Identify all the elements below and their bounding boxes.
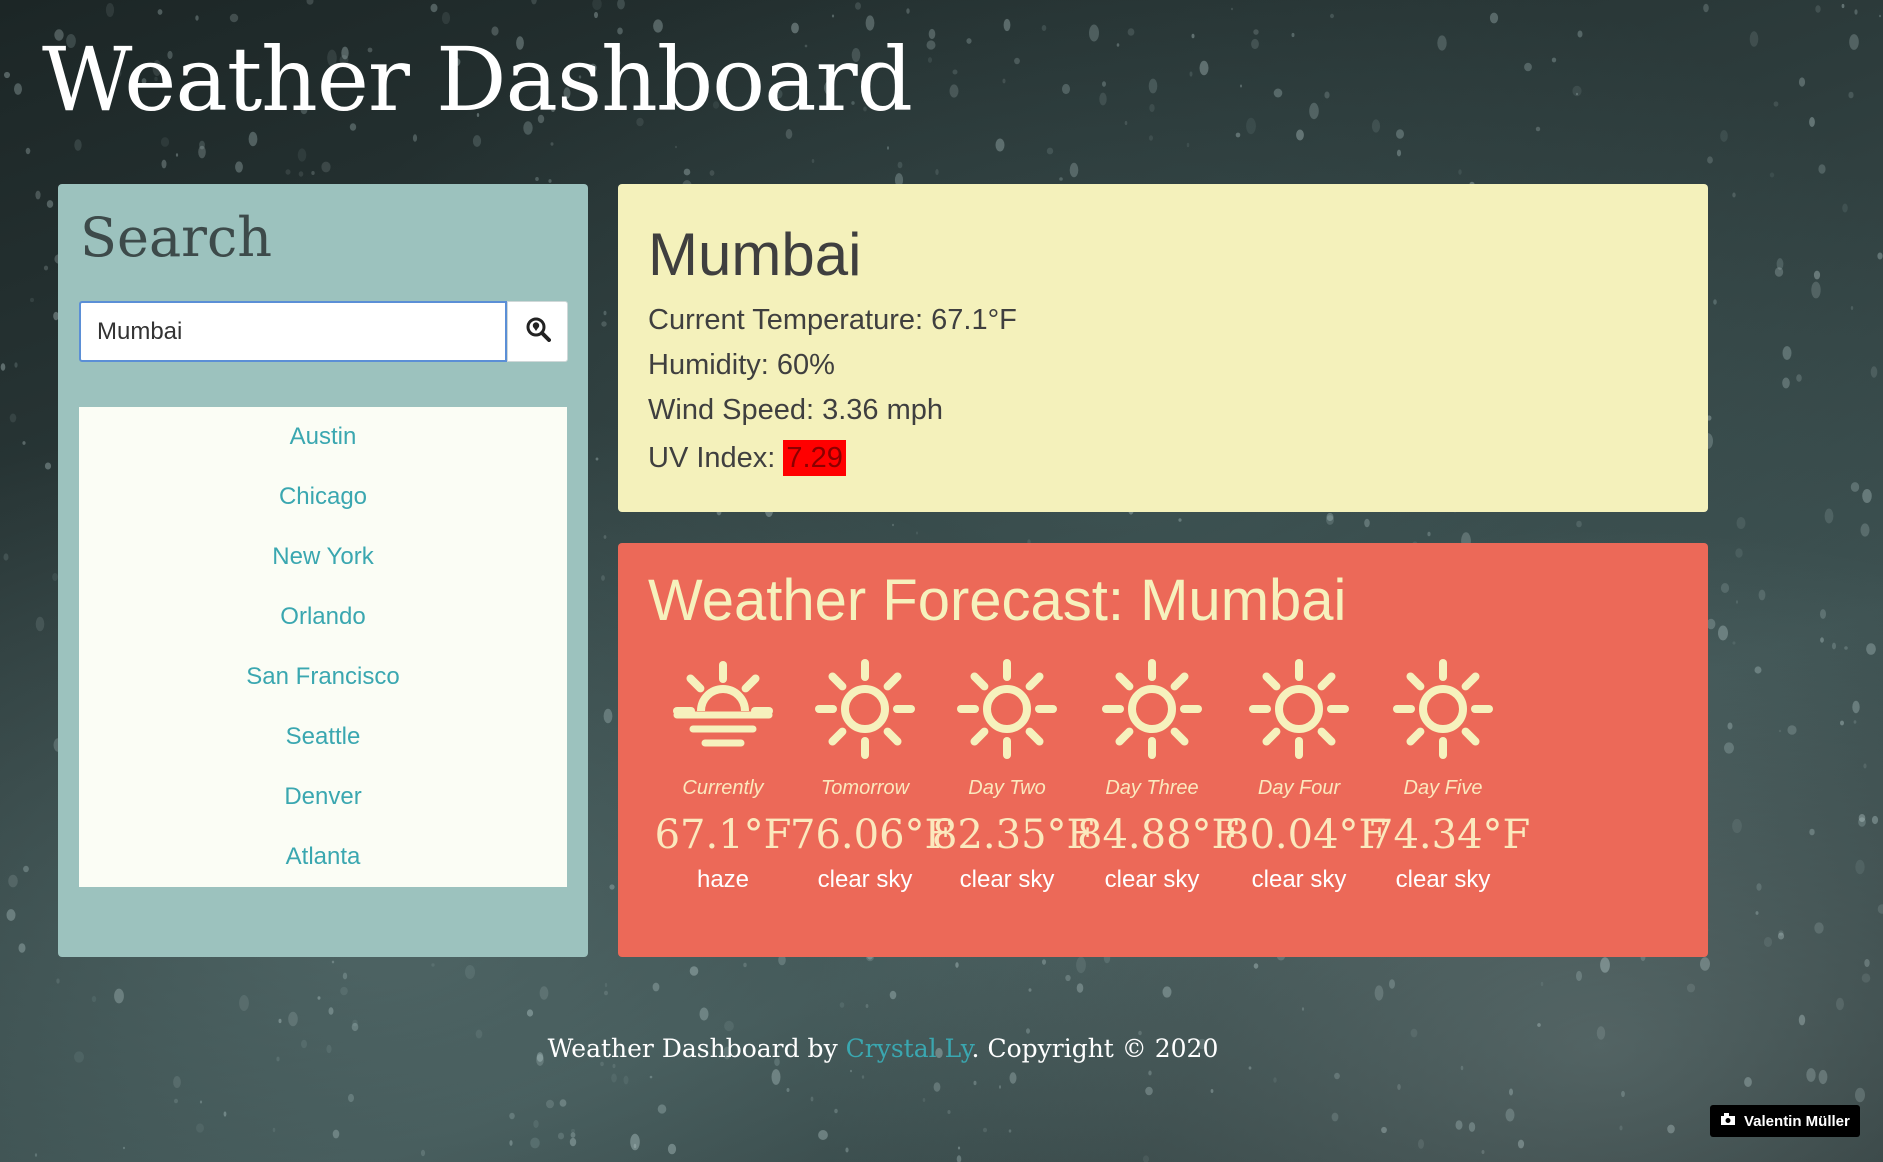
forecast-title: Weather Forecast: Mumbai <box>648 568 1347 633</box>
search-input[interactable] <box>79 301 507 362</box>
photo-credit-badge[interactable]: Valentin Müller <box>1710 1105 1860 1137</box>
footer: Weather Dashboard by Crystal Ly. Copyrig… <box>0 1034 1766 1063</box>
forecast-day-desc: clear sky <box>1251 866 1347 893</box>
forecast-day-label: Day Two <box>968 777 1046 799</box>
forecast-day-label: Day Five <box>1403 777 1483 799</box>
sun-icon <box>932 653 1082 765</box>
sun-icon <box>1077 653 1227 765</box>
forecast-day-temp: 67.1°F <box>654 812 792 858</box>
forecast-day: Day Four 80.04°F clear sky <box>1224 653 1387 894</box>
forecast-day-temp: 84.88°F <box>1077 812 1240 858</box>
city-item[interactable]: New York <box>79 527 567 587</box>
sun-icon <box>790 653 940 765</box>
saved-cities-list: Austin Chicago New York Orlando San Francisc… <box>79 407 567 887</box>
search-button[interactable] <box>507 301 568 362</box>
city-item[interactable]: Chicago <box>79 467 567 527</box>
forecast-day-temp: 82.35°F <box>932 812 1095 858</box>
page-title: Weather Dashboard <box>42 28 913 131</box>
forecast-day-desc: clear sky <box>959 866 1055 893</box>
forecast-day: Tomorrow 76.06°F clear sky <box>790 653 953 894</box>
photo-credit-name: Valentin Müller <box>1744 1112 1850 1130</box>
sun-icon <box>1224 653 1374 765</box>
city-item[interactable]: Denver <box>79 767 567 827</box>
city-item[interactable]: Orlando <box>79 587 567 647</box>
forecast-day: Currently 67.1°F haze <box>648 653 798 894</box>
author-link[interactable]: Crystal Ly <box>846 1034 972 1063</box>
forecast-day-desc: haze <box>696 866 750 893</box>
forecast-day-temp: 80.04°F <box>1224 812 1387 858</box>
forecast-day-temp: 74.34°F <box>1368 812 1531 858</box>
forecast-day-label: Currently <box>682 777 764 799</box>
city-item[interactable]: Seattle <box>79 707 567 767</box>
forecast-day-label: Day Three <box>1105 777 1199 799</box>
forecast-day-desc: clear sky <box>1395 866 1491 893</box>
camera-icon <box>1720 1112 1736 1130</box>
city-item[interactable]: Austin <box>79 407 567 467</box>
forecast-card: Weather Forecast: Mumbai Currently 67.1°F… <box>618 543 1708 957</box>
forecast-day-desc: clear sky <box>1104 866 1200 893</box>
forecast-day: Day Three 84.88°F clear sky <box>1077 653 1240 894</box>
uv-index-label: UV Index: <box>648 442 784 474</box>
forecast-day: Day Five 74.34°F clear sky <box>1368 653 1531 894</box>
current-temperature: Current Temperature: 67.1°F <box>648 304 1017 336</box>
forecast-day: Day Two 82.35°F clear sky <box>932 653 1095 894</box>
city-item[interactable]: Atlanta <box>79 827 567 887</box>
forecast-day-desc: clear sky <box>817 866 913 893</box>
footer-prefix: Weather Dashboard by <box>547 1034 846 1063</box>
search-location-icon <box>525 316 551 347</box>
current-uv-index: UV Index: 7.29 <box>648 440 846 476</box>
uv-index-badge: 7.29 <box>783 440 846 476</box>
footer-copyright: . Copyright © 2020 <box>971 1034 1219 1063</box>
sun-icon <box>1368 653 1518 765</box>
forecast-day-label: Day Four <box>1257 777 1341 799</box>
search-heading: Search <box>80 206 272 269</box>
search-panel: Search AustinChicagoNew YorkOrlandoSan F… <box>58 184 588 957</box>
current-weather-card: Mumbai Current Temperature: 67.1°F Humid… <box>618 184 1708 512</box>
sunrise-icon <box>648 653 798 765</box>
city-item[interactable]: San Francisco <box>79 647 567 707</box>
current-city-name: Mumbai <box>648 221 862 288</box>
current-humidity: Humidity: 60% <box>648 349 835 381</box>
current-wind-speed: Wind Speed: 3.36 mph <box>648 394 944 426</box>
forecast-day-temp: 76.06°F <box>790 812 953 858</box>
forecast-day-label: Tomorrow <box>820 777 910 799</box>
